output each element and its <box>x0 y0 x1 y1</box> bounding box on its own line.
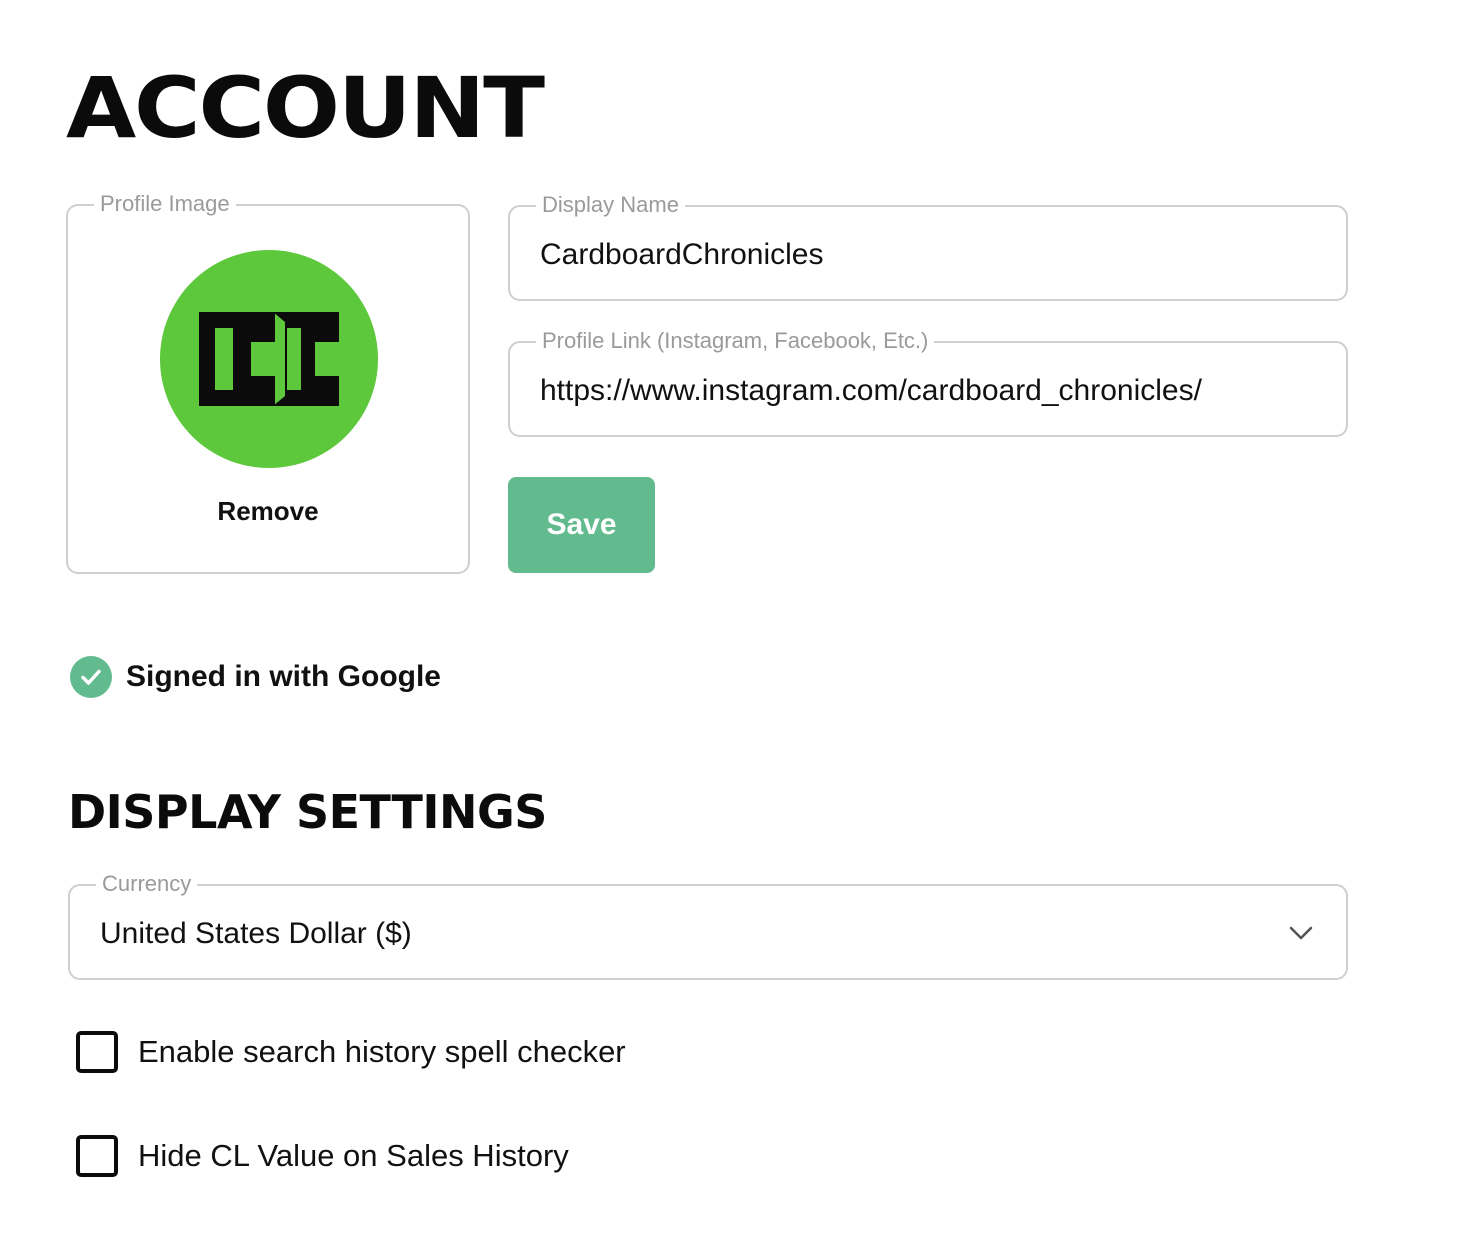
display-settings-title: DISPLAY SETTINGS <box>68 785 547 839</box>
display-name-field[interactable]: Display Name CardboardChronicles <box>508 191 1348 301</box>
profile-image-legend: Profile Image <box>94 190 236 218</box>
remove-image-button[interactable]: Remove <box>68 496 468 526</box>
save-button[interactable]: Save <box>508 477 655 573</box>
spell-checker-checkbox[interactable] <box>76 1031 118 1073</box>
currency-legend: Currency <box>96 870 198 898</box>
hide-cl-value-option[interactable]: Hide CL Value on Sales History <box>76 1132 569 1180</box>
signed-in-status: Signed in with Google <box>70 654 441 700</box>
cc-logo-icon <box>199 312 339 406</box>
currency-selected-value: United States Dollar ($) <box>100 917 412 950</box>
page-title: ACCOUNT <box>66 59 545 157</box>
avatar[interactable] <box>160 250 378 468</box>
profile-link-value[interactable]: https://www.instagram.com/cardboard_chro… <box>540 371 1202 411</box>
spell-checker-label: Enable search history spell checker <box>138 1034 626 1069</box>
signed-in-text: Signed in with Google <box>126 660 441 693</box>
currency-select[interactable]: Currency United States Dollar ($) <box>68 870 1348 980</box>
profile-image-card: Profile Image Remove <box>66 190 470 574</box>
chevron-down-icon <box>1289 926 1313 940</box>
display-name-value[interactable]: CardboardChronicles <box>540 235 823 275</box>
profile-link-legend: Profile Link (Instagram, Facebook, Etc.) <box>536 327 935 355</box>
display-name-legend: Display Name <box>536 191 685 219</box>
hide-cl-value-label: Hide CL Value on Sales History <box>138 1138 569 1173</box>
spell-checker-option[interactable]: Enable search history spell checker <box>76 1028 626 1076</box>
hide-cl-value-checkbox[interactable] <box>76 1135 118 1177</box>
account-page: ACCOUNT Profile Image Remove Display Nam… <box>0 0 1474 1244</box>
check-circle-icon <box>70 656 112 698</box>
profile-link-field[interactable]: Profile Link (Instagram, Facebook, Etc.)… <box>508 327 1348 437</box>
